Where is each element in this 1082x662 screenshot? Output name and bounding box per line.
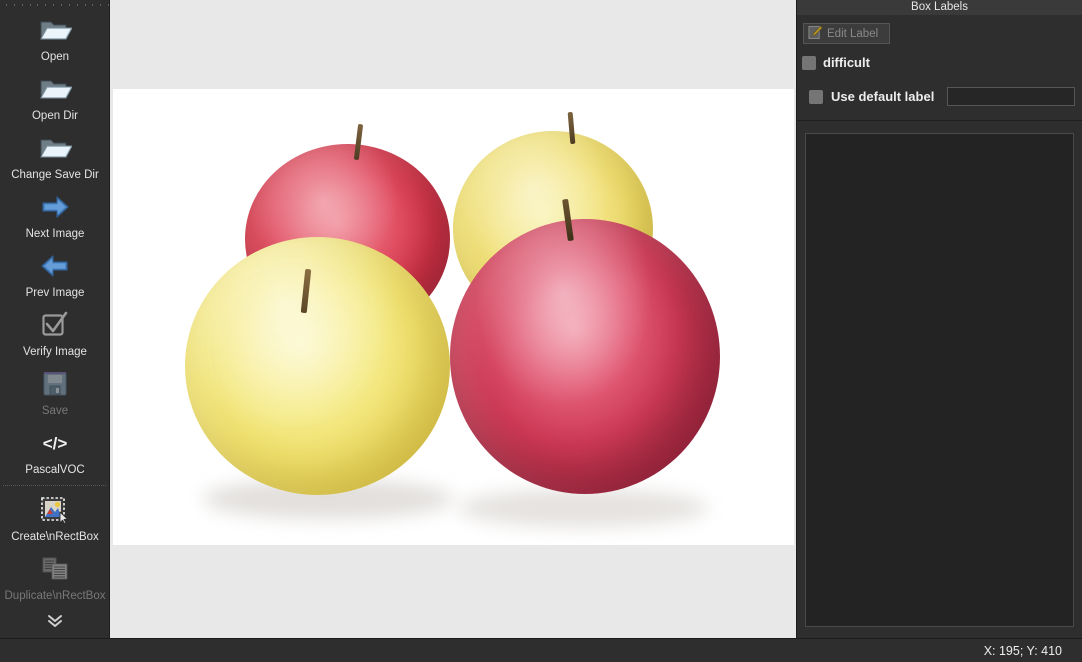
dock-divider xyxy=(797,120,1082,121)
box-labels-dock: Box Labels Edit Label difficult Use defa… xyxy=(796,0,1082,638)
labelimg-window: Open Open Dir Change Save Dir Next Image… xyxy=(0,0,1082,662)
double-chevron-down-icon xyxy=(45,613,65,636)
arrow-right-icon xyxy=(37,190,73,224)
pencil-edit-icon xyxy=(808,25,823,43)
apple-red-front xyxy=(450,219,720,494)
apple-shadow xyxy=(458,489,708,527)
toolbar-item-create-rectbox[interactable]: Create\nRectBox xyxy=(0,489,109,548)
toolbar-item-label: Next Image xyxy=(25,228,85,240)
toolbar-item-label: Open Dir xyxy=(31,110,79,122)
toolbar-drag-handle[interactable] xyxy=(0,0,109,9)
toolbar-item-change-save-dir[interactable]: Change Save Dir xyxy=(0,127,109,186)
arrow-left-icon xyxy=(37,249,73,283)
open-folder-icon xyxy=(37,72,73,106)
cursor-coordinates: X: 195; Y: 410 xyxy=(983,643,1062,658)
toolbar-item-label: Open xyxy=(40,51,70,63)
toolbar-item-prev-image[interactable]: Prev Image xyxy=(0,245,109,304)
floppy-disk-icon xyxy=(37,367,73,401)
status-bar: X: 195; Y: 410 xyxy=(0,638,1082,662)
image-canvas[interactable] xyxy=(110,0,796,638)
use-default-label-row[interactable]: Use default label xyxy=(809,87,1082,106)
left-toolbar: Open Open Dir Change Save Dir Next Image… xyxy=(0,0,110,638)
toolbar-separator xyxy=(3,485,106,486)
toolbar-item-duplicate-rectbox[interactable]: Duplicate\nRectBox xyxy=(0,548,109,607)
open-folder-icon xyxy=(37,131,73,165)
annotation-image[interactable] xyxy=(113,89,794,545)
apple-yellow-front xyxy=(185,237,450,495)
dock-title: Box Labels xyxy=(797,0,1082,15)
toolbar-expand-button[interactable] xyxy=(0,613,109,636)
use-default-label-text: Use default label xyxy=(831,89,935,104)
edit-label-button-text: Edit Label xyxy=(827,27,879,40)
duplicate-rectbox-icon xyxy=(37,552,73,586)
difficult-checkbox-row[interactable]: difficult xyxy=(802,55,1082,70)
toolbar-item-next-image[interactable]: Next Image xyxy=(0,186,109,245)
label-list[interactable] xyxy=(805,133,1074,627)
toolbar-item-open-dir[interactable]: Open Dir xyxy=(0,68,109,127)
toolbar-item-format[interactable]: </> PascalVOC xyxy=(0,422,109,481)
default-label-input[interactable] xyxy=(947,87,1076,106)
toolbar-item-label: PascalVOC xyxy=(25,464,85,476)
difficult-checkbox[interactable] xyxy=(802,55,816,70)
dock-body: Edit Label difficult Use default label xyxy=(797,15,1082,627)
create-rectbox-icon xyxy=(37,493,73,527)
code-brackets-icon: </> xyxy=(37,426,73,460)
toolbar-item-label: Change Save Dir xyxy=(11,169,99,181)
edit-label-button[interactable]: Edit Label xyxy=(803,23,890,44)
svg-text:</>: </> xyxy=(43,434,68,453)
toolbar-item-verify-image[interactable]: Verify Image xyxy=(0,304,109,363)
toolbar-item-label: Save xyxy=(41,405,69,417)
use-default-label-checkbox[interactable] xyxy=(809,89,823,104)
toolbar-item-label: Verify Image xyxy=(23,346,87,358)
checkbox-check-icon xyxy=(37,308,73,342)
toolbar-item-save[interactable]: Save xyxy=(0,363,109,422)
toolbar-item-label: Create\nRectBox xyxy=(11,531,99,543)
toolbar-item-label: Prev Image xyxy=(25,287,85,299)
toolbar-item-open[interactable]: Open xyxy=(0,9,109,68)
difficult-label: difficult xyxy=(823,55,870,70)
toolbar-item-label: Duplicate\nRectBox xyxy=(4,590,106,602)
open-folder-icon xyxy=(37,13,73,47)
